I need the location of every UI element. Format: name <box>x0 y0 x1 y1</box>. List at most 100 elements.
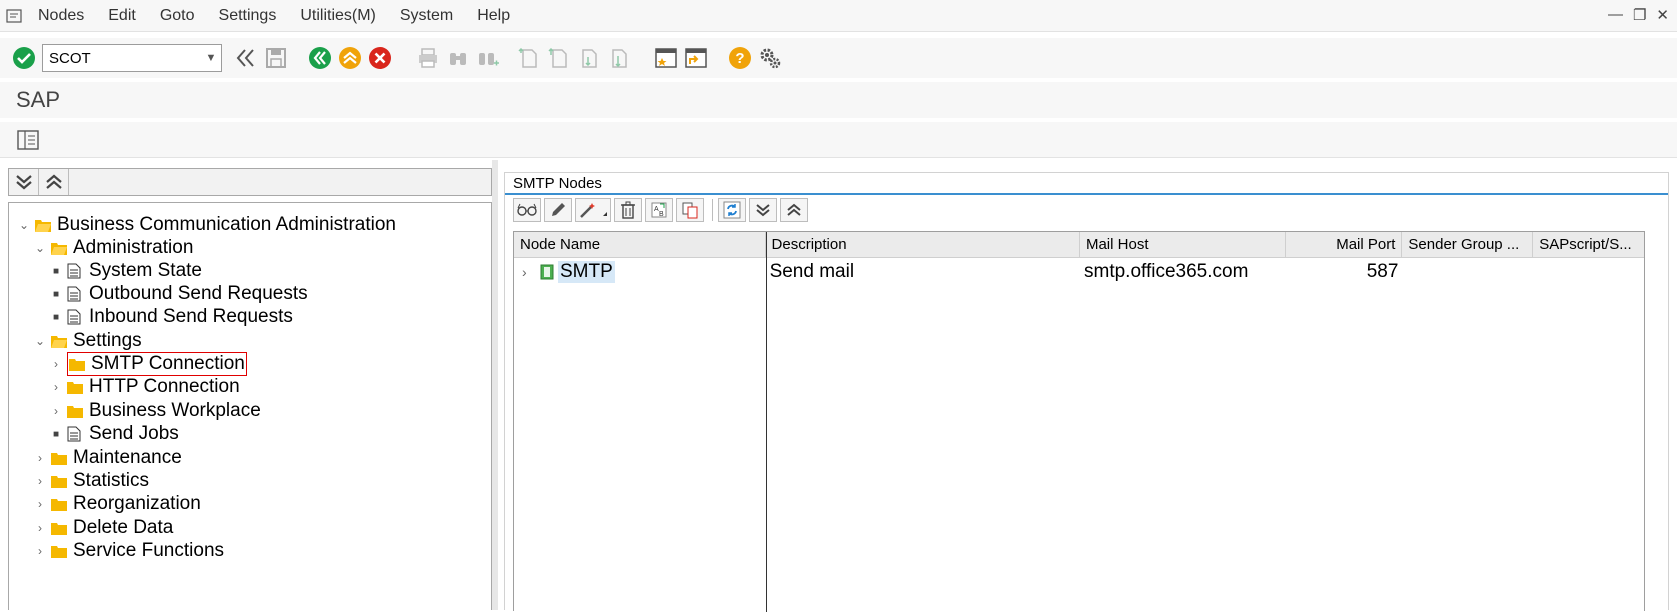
tree-node-system-state[interactable]: ■ System State <box>49 259 202 283</box>
system-toolbar: SCOT ▼ ? <box>0 38 1677 78</box>
expand-all-icon[interactable] <box>9 169 39 195</box>
column-header-node-name[interactable]: Node Name <box>514 232 766 257</box>
document-icon <box>67 426 83 442</box>
menu-system[interactable]: System <box>400 7 453 25</box>
enter-button[interactable] <box>12 46 36 70</box>
menu-utilities[interactable]: Utilities(M) <box>300 7 376 25</box>
tree-node-administration[interactable]: ⌄ Administration <box>33 236 193 260</box>
chevron-right-icon[interactable]: › <box>49 404 63 418</box>
application-toolbar <box>0 122 1677 158</box>
tree-node-root[interactable]: ⌄ Business Communication Administration <box>17 213 396 237</box>
tree-node-settings[interactable]: ⌄ Settings <box>33 329 142 353</box>
back-button[interactable] <box>308 46 332 70</box>
rename-icon[interactable]: AB <box>645 198 673 222</box>
cancel-button[interactable] <box>368 46 392 70</box>
page-title: SAP <box>0 82 1677 118</box>
folder-icon <box>51 496 67 512</box>
column-header-sapscript[interactable]: SAPscript/S... <box>1533 232 1644 257</box>
command-field[interactable]: SCOT ▼ <box>42 44 222 72</box>
refresh-icon[interactable] <box>718 198 746 222</box>
column-header-description[interactable]: Description <box>766 232 1080 257</box>
tree-node-outbound-send-requests[interactable]: ■ Outbound Send Requests <box>49 282 308 306</box>
create-wizard-icon[interactable] <box>575 198 611 222</box>
chevron-right-icon[interactable]: › <box>49 357 63 371</box>
mail-host: smtp.office365.com <box>1084 261 1249 282</box>
chevron-right-icon[interactable]: › <box>33 497 47 511</box>
column-header-sender-group[interactable]: Sender Group ... <box>1402 232 1534 257</box>
open-folder-icon <box>51 240 67 256</box>
gear-icon[interactable] <box>758 46 782 70</box>
find-next-icon[interactable] <box>476 46 500 70</box>
document-icon <box>67 286 83 302</box>
tree-node-business-workplace[interactable]: › Business Workplace <box>49 399 261 423</box>
save-icon[interactable] <box>264 46 288 70</box>
exit-button[interactable] <box>338 46 362 70</box>
tree-node-smtp-connection[interactable]: › SMTP Connection <box>49 352 247 376</box>
tree-toolbar <box>8 168 492 196</box>
edit-icon[interactable] <box>544 198 572 222</box>
document-icon <box>67 309 83 325</box>
first-page-icon[interactable] <box>516 46 540 70</box>
folder-icon <box>51 473 67 489</box>
collapse-all-icon[interactable] <box>39 169 69 195</box>
last-page-icon[interactable] <box>606 46 630 70</box>
delete-icon[interactable] <box>614 198 642 222</box>
grid-toolbar: AB <box>505 195 1668 225</box>
folder-icon <box>51 543 67 559</box>
folder-icon <box>69 356 85 372</box>
copy-icon[interactable] <box>676 198 704 222</box>
chevron-right-icon[interactable]: › <box>49 380 63 394</box>
restore-icon[interactable]: ❐ <box>1633 6 1646 24</box>
tree-node-inbound-send-requests[interactable]: ■ Inbound Send Requests <box>49 305 293 329</box>
menu-help[interactable]: Help <box>477 7 510 25</box>
panel-title: SMTP Nodes <box>505 173 1668 195</box>
menu-nodes[interactable]: Nodes <box>38 7 84 25</box>
chevron-down-icon[interactable]: ⌄ <box>17 218 31 232</box>
print-icon[interactable] <box>416 46 440 70</box>
expand-all-icon[interactable] <box>749 198 777 222</box>
menu-edit[interactable]: Edit <box>108 7 136 25</box>
tree-node-statistics[interactable]: › Statistics <box>33 469 149 493</box>
tree-node-maintenance[interactable]: › Maintenance <box>33 446 182 470</box>
menu-bar: Nodes Edit Goto Settings Utilities(M) Sy… <box>0 0 1677 32</box>
chevron-right-icon[interactable]: › <box>33 544 47 558</box>
create-session-icon[interactable] <box>654 46 678 70</box>
folder-icon <box>67 379 83 395</box>
tree-node-http-connection[interactable]: › HTTP Connection <box>49 375 240 399</box>
tree-node-send-jobs[interactable]: ■ Send Jobs <box>49 422 179 446</box>
help-icon[interactable]: ? <box>728 46 752 70</box>
tree-node-reorganization[interactable]: › Reorganization <box>33 492 201 516</box>
find-icon[interactable] <box>446 46 470 70</box>
tree-node-service-functions[interactable]: › Service Functions <box>33 539 224 563</box>
collapse-all-icon[interactable] <box>780 198 808 222</box>
folder-icon <box>51 450 67 466</box>
chevron-right-icon[interactable]: › <box>33 521 47 535</box>
display-icon[interactable] <box>513 198 541 222</box>
column-header-mail-host[interactable]: Mail Host <box>1080 232 1286 257</box>
node-name: SMTP <box>558 261 615 283</box>
system-menu-icon[interactable] <box>0 0 28 32</box>
folder-icon <box>67 403 83 419</box>
chevron-down-icon[interactable]: ⌄ <box>33 334 47 348</box>
chevron-right-icon[interactable]: › <box>33 474 47 488</box>
minimize-icon[interactable]: — <box>1608 6 1623 24</box>
mail-port: 587 <box>1366 261 1399 282</box>
navigation-tree-panel: ⌄ Business Communication Administration … <box>8 168 492 610</box>
column-header-mail-port[interactable]: Mail Port <box>1286 232 1403 257</box>
chevron-down-icon[interactable]: ▼ <box>201 52 221 64</box>
panel-splitter[interactable] <box>492 160 498 610</box>
close-icon[interactable]: ✕ <box>1656 6 1669 24</box>
toggle-tree-icon[interactable] <box>16 128 40 152</box>
chevron-right-icon[interactable]: › <box>522 264 536 280</box>
chevron-right-icon[interactable]: › <box>33 451 47 465</box>
table-row[interactable]: › SMTP Send mail smtp.office365.com 587 <box>514 258 1644 286</box>
next-page-icon[interactable] <box>576 46 600 70</box>
generate-shortcut-icon[interactable] <box>684 46 708 70</box>
menu-settings[interactable]: Settings <box>219 7 277 25</box>
collapse-left-icon[interactable] <box>234 46 258 70</box>
menu-goto[interactable]: Goto <box>160 7 195 25</box>
tree-node-delete-data[interactable]: › Delete Data <box>33 516 173 540</box>
previous-page-icon[interactable] <box>546 46 570 70</box>
chevron-down-icon[interactable]: ⌄ <box>33 241 47 255</box>
svg-text:?: ? <box>735 50 744 67</box>
